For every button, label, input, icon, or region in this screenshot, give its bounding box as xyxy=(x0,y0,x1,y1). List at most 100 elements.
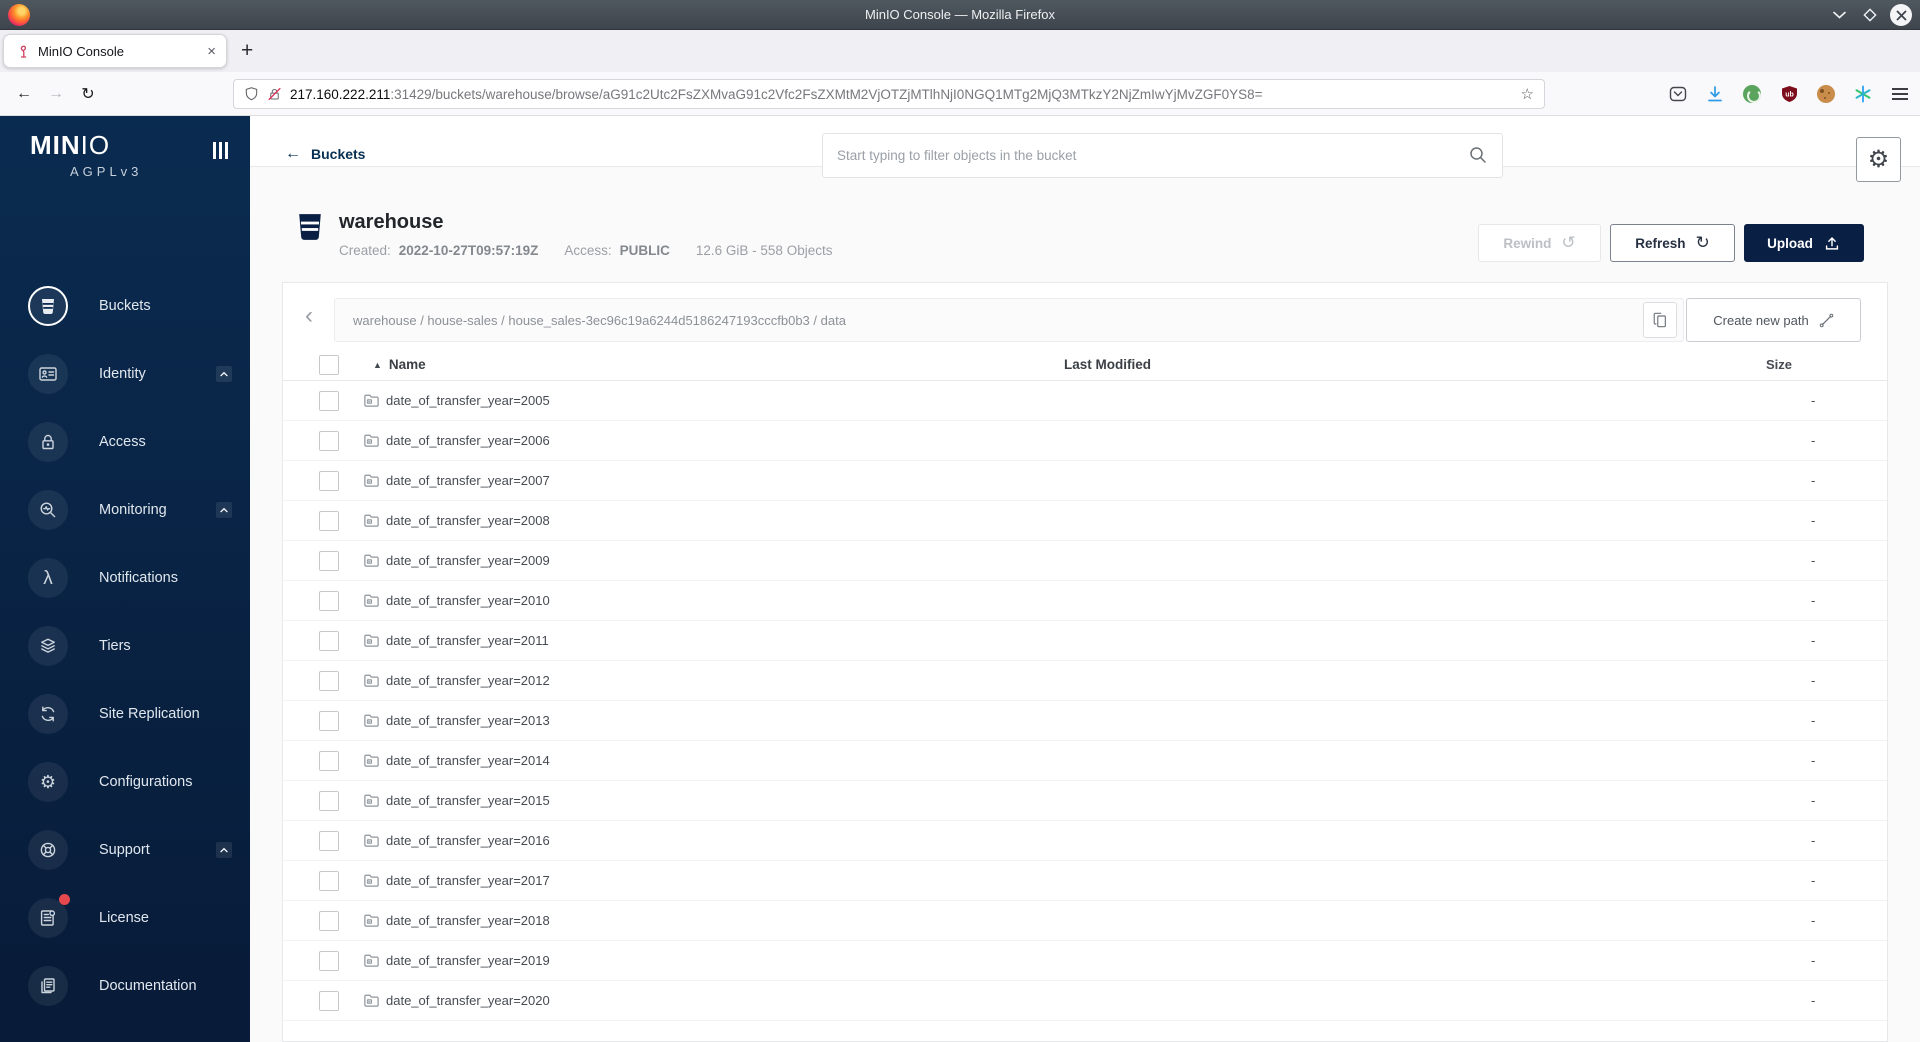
row-checkbox[interactable] xyxy=(319,830,339,851)
row-checkbox[interactable] xyxy=(319,510,339,531)
object-name[interactable]: date_of_transfer_year=2007 xyxy=(386,473,550,488)
refresh-button[interactable]: Refresh ↻ xyxy=(1610,224,1735,262)
object-name[interactable]: date_of_transfer_year=2014 xyxy=(386,753,550,768)
row-checkbox[interactable] xyxy=(319,590,339,611)
new-tab-button[interactable]: + xyxy=(241,39,253,63)
column-header-name[interactable]: Name xyxy=(389,357,426,372)
table-row[interactable]: date_of_transfer_year=2017 - xyxy=(283,861,1887,901)
create-new-path-button[interactable]: Create new path xyxy=(1686,298,1861,342)
bucket-header: warehouse Created: 2022-10-27T09:57:19Z … xyxy=(282,167,1888,282)
sidebar-item-configurations[interactable]: ⚙ Configurations xyxy=(0,748,250,816)
extension-green-icon[interactable] xyxy=(1742,84,1762,104)
object-name[interactable]: date_of_transfer_year=2019 xyxy=(386,953,550,968)
chevron-up-icon[interactable] xyxy=(216,366,232,382)
row-checkbox[interactable] xyxy=(319,950,339,971)
sidebar-collapse-icon[interactable] xyxy=(213,142,228,159)
back-button-icon[interactable]: ← xyxy=(8,85,40,103)
sidebar-item-access[interactable]: Access xyxy=(0,408,250,476)
pocket-icon[interactable] xyxy=(1668,84,1688,104)
sidebar-item-documentation[interactable]: Documentation xyxy=(0,952,250,1020)
object-name[interactable]: date_of_transfer_year=2012 xyxy=(386,673,550,688)
table-row[interactable]: date_of_transfer_year=2019 - xyxy=(283,941,1887,981)
row-checkbox[interactable] xyxy=(319,990,339,1011)
table-row[interactable]: date_of_transfer_year=2015 - xyxy=(283,781,1887,821)
bookmark-star-icon[interactable]: ☆ xyxy=(1521,85,1534,103)
row-checkbox[interactable] xyxy=(319,870,339,891)
back-to-buckets-link[interactable]: ← Buckets xyxy=(285,145,365,163)
object-name[interactable]: date_of_transfer_year=2020 xyxy=(386,993,550,1008)
object-name[interactable]: date_of_transfer_year=2008 xyxy=(386,513,550,528)
tab-close-icon[interactable]: × xyxy=(207,44,216,59)
table-row[interactable]: date_of_transfer_year=2011 - xyxy=(283,621,1887,661)
table-row[interactable]: date_of_transfer_year=2014 - xyxy=(283,741,1887,781)
table-row[interactable]: date_of_transfer_year=2009 - xyxy=(283,541,1887,581)
object-name[interactable]: date_of_transfer_year=2013 xyxy=(386,713,550,728)
breadcrumb-path[interactable]: warehouse / house-sales / house_sales-3e… xyxy=(353,313,1643,328)
downloads-icon[interactable] xyxy=(1705,84,1725,104)
sidebar-item-site-replication[interactable]: Site Replication xyxy=(0,680,250,748)
row-checkbox[interactable] xyxy=(319,470,339,491)
row-checkbox[interactable] xyxy=(319,390,339,411)
menu-hamburger-icon[interactable] xyxy=(1890,84,1910,104)
table-row[interactable]: date_of_transfer_year=2018 - xyxy=(283,901,1887,941)
table-row[interactable]: date_of_transfer_year=2016 - xyxy=(283,821,1887,861)
table-row[interactable]: date_of_transfer_year=2006 - xyxy=(283,421,1887,461)
copy-path-button[interactable] xyxy=(1643,302,1677,338)
insecure-lock-icon[interactable] xyxy=(267,86,282,102)
ublock-shield-icon[interactable]: ub xyxy=(1779,84,1799,104)
object-name[interactable]: date_of_transfer_year=2006 xyxy=(386,433,550,448)
row-checkbox[interactable] xyxy=(319,750,339,771)
object-name[interactable]: date_of_transfer_year=2005 xyxy=(386,393,550,408)
object-name[interactable]: date_of_transfer_year=2009 xyxy=(386,553,550,568)
forward-button-icon[interactable]: → xyxy=(40,85,72,103)
column-header-size[interactable]: Size xyxy=(1766,357,1887,372)
support-icon xyxy=(28,830,68,870)
chevron-up-icon[interactable] xyxy=(216,502,232,518)
row-checkbox[interactable] xyxy=(319,550,339,571)
url-bar[interactable]: 217.160.222.211:31429/buckets/warehouse/… xyxy=(233,79,1545,109)
rewind-button[interactable]: Rewind ↺ xyxy=(1478,224,1601,262)
sidebar-item-logout[interactable]: Logout xyxy=(0,1036,250,1042)
window-maximize-icon[interactable] xyxy=(1859,4,1881,26)
object-name[interactable]: date_of_transfer_year=2017 xyxy=(386,873,550,888)
row-checkbox[interactable] xyxy=(319,670,339,691)
sidebar-item-notifications[interactable]: λ Notifications xyxy=(0,544,250,612)
sidebar-item-license[interactable]: License xyxy=(0,884,250,952)
sidebar-item-monitoring[interactable]: Monitoring xyxy=(0,476,250,544)
breadcrumb-back-chevron-icon[interactable]: ‹ xyxy=(305,304,313,328)
row-checkbox[interactable] xyxy=(319,710,339,731)
window-minimize-icon[interactable] xyxy=(1828,4,1850,26)
object-name[interactable]: date_of_transfer_year=2018 xyxy=(386,913,550,928)
table-row[interactable]: date_of_transfer_year=2013 - xyxy=(283,701,1887,741)
column-header-last-modified[interactable]: Last Modified xyxy=(1064,357,1766,372)
table-row[interactable]: date_of_transfer_year=2007 - xyxy=(283,461,1887,501)
object-name[interactable]: date_of_transfer_year=2016 xyxy=(386,833,550,848)
sidebar-item-support[interactable]: Support xyxy=(0,816,250,884)
row-checkbox[interactable] xyxy=(319,790,339,811)
shield-permissions-icon[interactable] xyxy=(244,86,259,102)
sort-ascending-icon[interactable]: ▲ xyxy=(373,360,382,370)
back-link-label: Buckets xyxy=(311,146,366,162)
sidebar-item-tiers[interactable]: Tiers xyxy=(0,612,250,680)
object-name[interactable]: date_of_transfer_year=2015 xyxy=(386,793,550,808)
select-all-checkbox[interactable] xyxy=(319,354,339,375)
table-row[interactable]: date_of_transfer_year=2010 - xyxy=(283,581,1887,621)
row-checkbox[interactable] xyxy=(319,910,339,931)
reload-button-icon[interactable]: ↻ xyxy=(72,84,104,104)
colorful-star-extension-icon[interactable] xyxy=(1853,84,1873,104)
object-name[interactable]: date_of_transfer_year=2010 xyxy=(386,593,550,608)
sidebar-item-identity[interactable]: Identity xyxy=(0,340,250,408)
object-name[interactable]: date_of_transfer_year=2011 xyxy=(386,633,549,648)
table-row[interactable]: date_of_transfer_year=2008 - xyxy=(283,501,1887,541)
chevron-up-icon[interactable] xyxy=(216,842,232,858)
table-row[interactable]: date_of_transfer_year=2020 - xyxy=(283,981,1887,1021)
row-checkbox[interactable] xyxy=(319,630,339,651)
window-close-icon[interactable] xyxy=(1890,4,1912,26)
table-row[interactable]: date_of_transfer_year=2012 - xyxy=(283,661,1887,701)
browser-tab-minio-console[interactable]: MinIO Console × xyxy=(3,34,227,68)
row-checkbox[interactable] xyxy=(319,430,339,451)
sidebar-item-buckets[interactable]: Buckets xyxy=(0,272,250,340)
cookie-extension-icon[interactable] xyxy=(1816,84,1836,104)
table-row[interactable]: date_of_transfer_year=2005 - xyxy=(283,381,1887,421)
upload-button[interactable]: Upload xyxy=(1744,224,1864,262)
